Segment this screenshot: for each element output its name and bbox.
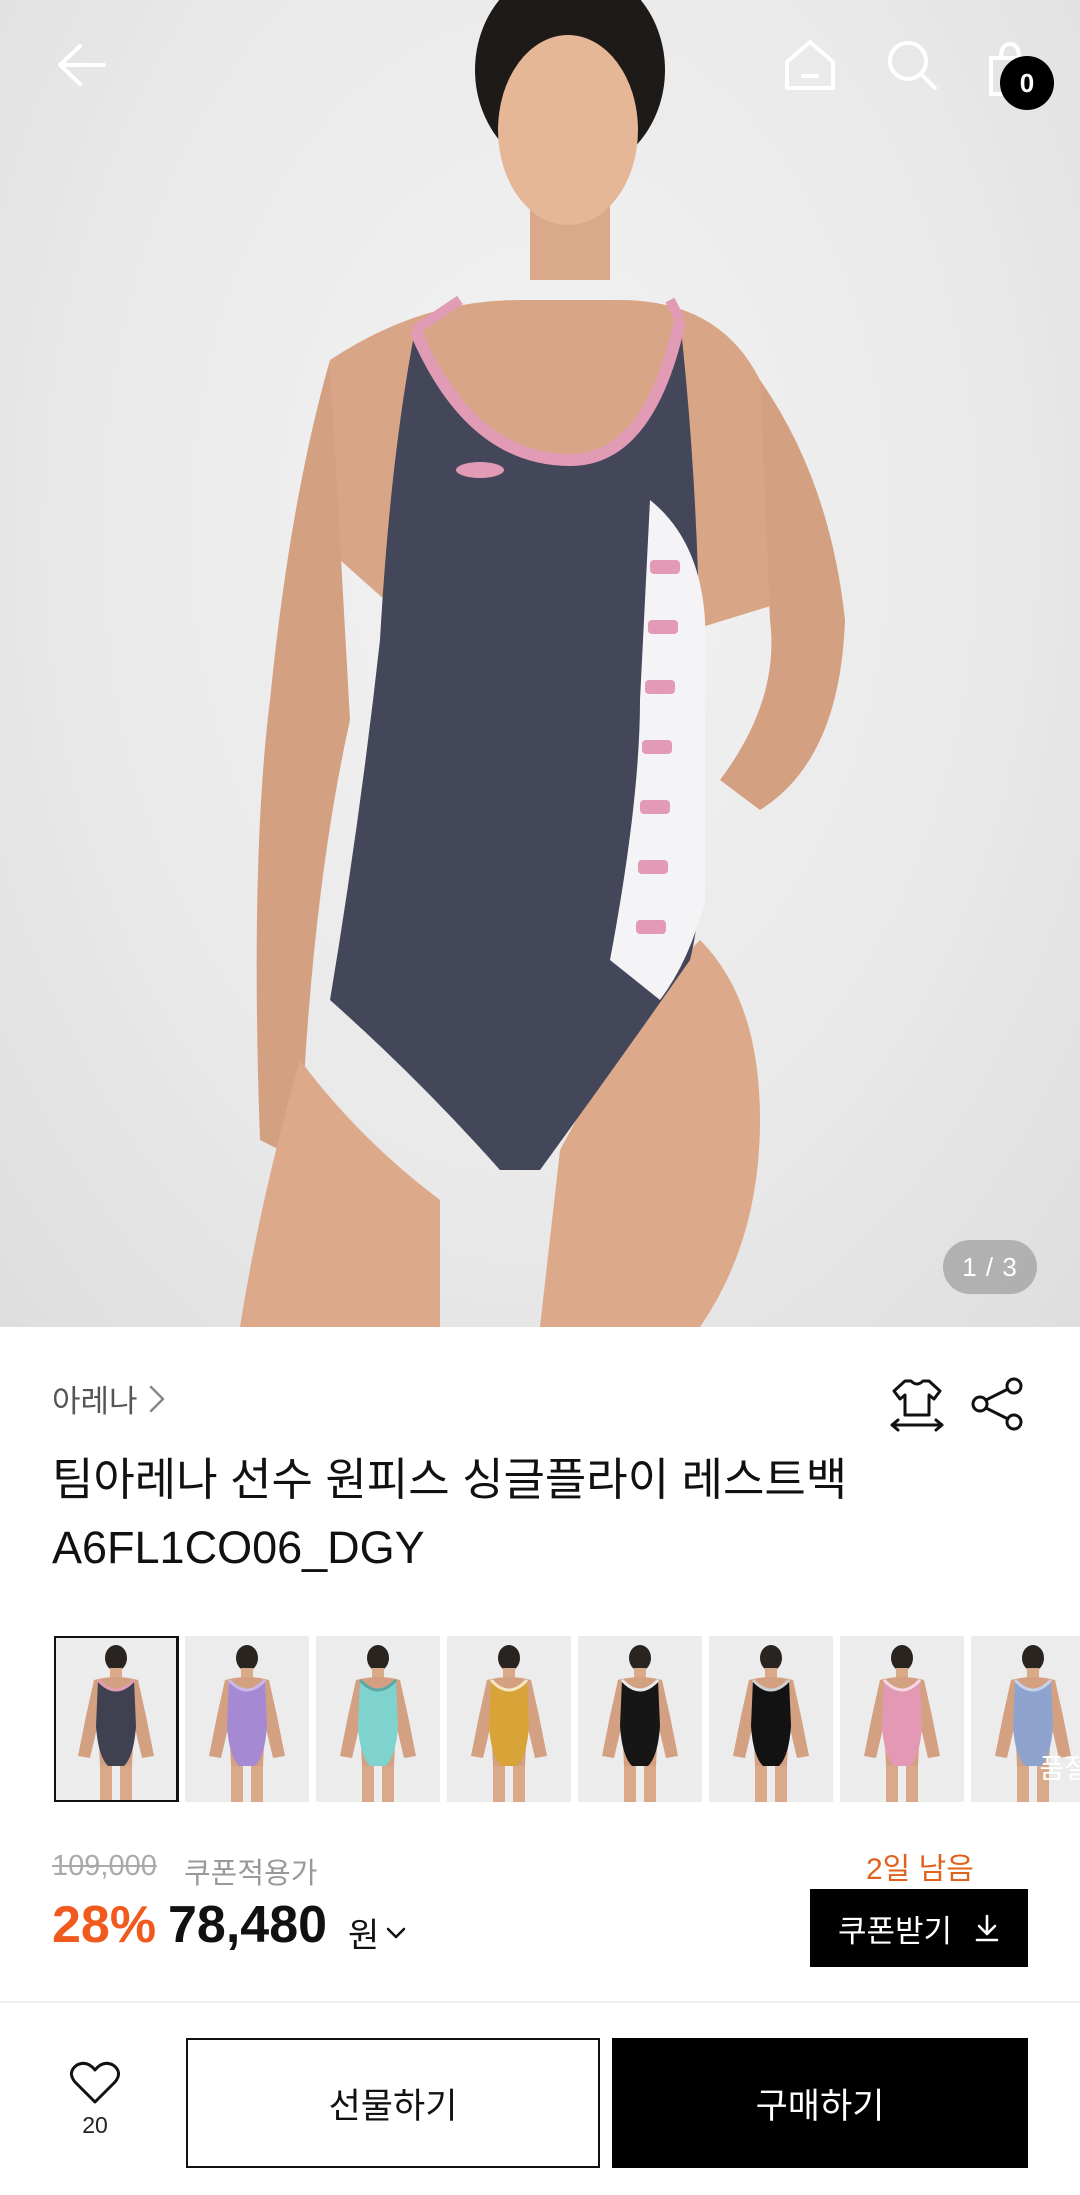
sold-out-label: 품절: [1039, 1754, 1080, 1784]
color-swatch[interactable]: [316, 1636, 440, 1802]
cart-count-badge: 0: [1000, 56, 1054, 110]
coupon-days-left: 2일 남음: [866, 1853, 974, 1886]
product-title: 팀아레나 선수 원피스 싱글플라이 레스트백 A6FL1CO06_DGY: [52, 1446, 952, 1582]
swatch-thumbnail: [578, 1636, 702, 1802]
original-price: 109,000: [52, 1850, 157, 1882]
color-swatch-list: 품절: [54, 1636, 1080, 1802]
discount-rate: 28%: [52, 1896, 157, 1954]
swatch-thumbnail: [54, 1636, 178, 1802]
swatch-thumbnail: [185, 1636, 309, 1802]
product-image[interactable]: 0 1 / 3: [0, 0, 1080, 1327]
swatch-thumbnail: [840, 1636, 964, 1802]
chevron-down-icon: [387, 1927, 406, 1938]
gift-button[interactable]: 선물하기: [186, 2038, 600, 2168]
wishlist-button[interactable]: 20: [50, 2060, 140, 2160]
price-detail-toggle[interactable]: 원: [348, 1908, 407, 1957]
color-swatch[interactable]: [840, 1636, 964, 1802]
size-guide-icon[interactable]: [888, 1375, 946, 1433]
product-title-line2: A6FL1CO06_DGY: [52, 1522, 425, 1573]
home-icon[interactable]: [770, 30, 850, 100]
back-arrow-icon[interactable]: [40, 30, 120, 100]
color-swatch[interactable]: 품절: [971, 1636, 1080, 1802]
search-icon[interactable]: [872, 30, 952, 100]
top-navigation-bar: 0: [0, 0, 1080, 130]
currency-label: 원: [348, 1917, 380, 1955]
coupon-download-button[interactable]: 쿠폰받기: [810, 1889, 1028, 1967]
heart-icon: [70, 2061, 120, 2104]
color-swatch[interactable]: [54, 1636, 179, 1802]
color-swatch[interactable]: [578, 1636, 702, 1802]
share-icon[interactable]: [968, 1376, 1026, 1432]
swatch-thumbnail: [447, 1636, 571, 1802]
brand-name: 아레나: [52, 1384, 138, 1419]
color-swatch[interactable]: [185, 1636, 309, 1802]
sale-price: 78,480: [168, 1896, 328, 1954]
swatch-thumbnail: [316, 1636, 440, 1802]
model-photo: [240, 0, 845, 1327]
coupon-price-label: 쿠폰적용가: [184, 1858, 318, 1890]
chevron-right-icon: [149, 1385, 164, 1412]
image-counter: 1 / 3: [943, 1240, 1037, 1294]
swatch-thumbnail: [709, 1636, 833, 1802]
download-icon: [975, 1914, 999, 1942]
color-swatch[interactable]: [709, 1636, 833, 1802]
buy-button[interactable]: 구매하기: [612, 2038, 1028, 2168]
wishlist-count: 20: [82, 2112, 108, 2138]
brand-link[interactable]: 아레나: [52, 1376, 166, 1421]
coupon-button-label: 쿠폰받기: [837, 1913, 953, 1949]
product-title-line1: 팀아레나 선수 원피스 싱글플라이 레스트백: [52, 1454, 848, 1505]
color-swatch[interactable]: [447, 1636, 571, 1802]
